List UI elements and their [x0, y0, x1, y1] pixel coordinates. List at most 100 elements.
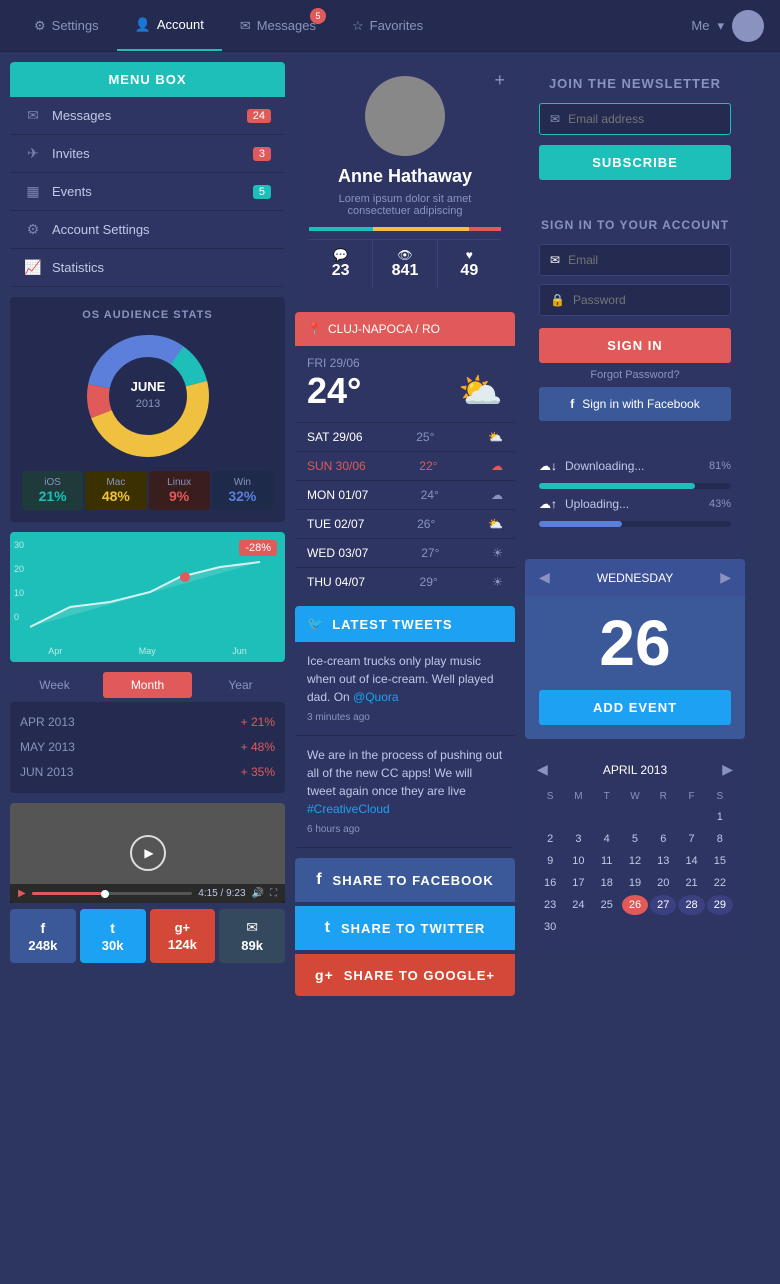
volume-icon[interactable]: 🔊 — [252, 888, 264, 899]
signin-button[interactable]: SIGN IN — [539, 328, 731, 363]
signin-password-field[interactable]: 🔒 — [539, 284, 731, 316]
newsletter-email-field[interactable]: ✉ — [539, 103, 731, 135]
share-twitter-button[interactable]: t SHARE TO TWITTER — [295, 906, 515, 950]
menu-item-statistics[interactable]: 📈 Statistics — [10, 249, 285, 287]
share-tw-icon: t — [325, 919, 331, 937]
video-progress-bar[interactable] — [32, 892, 193, 895]
cal-day-27[interactable]: 27 — [650, 895, 676, 915]
signin-email-field[interactable]: ✉ — [539, 244, 731, 276]
tweet-1-link[interactable]: @Quora — [353, 690, 399, 704]
nav-favorites[interactable]: ☆ Favorites — [334, 0, 441, 51]
tab-week[interactable]: Week — [10, 672, 99, 698]
mini-cal-next[interactable]: ▶ — [722, 761, 733, 778]
fb-count: 248k — [28, 938, 57, 953]
cal-day-24[interactable]: 24 — [565, 895, 591, 915]
cal-day-26-today[interactable]: 26 — [622, 895, 648, 915]
menu-item-account-settings[interactable]: ⚙ Account Settings — [10, 211, 285, 249]
facebook-signin-button[interactable]: f Sign in with Facebook — [539, 387, 731, 421]
os-mac: Mac 48% — [85, 471, 146, 510]
cal-day-29[interactable]: 29 — [707, 895, 733, 915]
add-profile-icon[interactable]: + — [494, 70, 505, 91]
mail-share-count[interactable]: ✉ 89k — [219, 909, 285, 963]
newsletter-email-input[interactable] — [568, 112, 723, 126]
tab-month[interactable]: Month — [103, 672, 192, 698]
fb-signin-label: Sign in with Facebook — [582, 397, 699, 411]
cal-day-7[interactable]: 7 — [678, 829, 704, 849]
play-button[interactable]: ▶ — [130, 835, 166, 871]
uploading-fill — [539, 521, 622, 527]
share-fb-label: SHARE TO FACEBOOK — [333, 873, 494, 888]
donut-chart: JUNE 2013 — [22, 331, 273, 461]
events-icon: ▦ — [24, 183, 42, 200]
signin-email-input[interactable] — [568, 253, 723, 267]
cal-day-name: WEDNESDAY — [597, 571, 673, 585]
subscribe-button[interactable]: SUBSCRIBE — [539, 145, 731, 180]
nav-messages[interactable]: ✉ Messages 5 — [222, 0, 334, 51]
fullscreen-icon[interactable]: ⛶ — [270, 888, 277, 899]
add-event-button[interactable]: ADD EVENT — [539, 690, 731, 725]
user-menu[interactable]: Me ▾ — [691, 10, 764, 42]
cal-next-button[interactable]: ▶ — [720, 569, 731, 586]
stat-row-may: MAY 2013 + 48% — [20, 735, 275, 760]
menu-item-messages[interactable]: ✉ Messages 24 — [10, 97, 285, 135]
signin-password-input[interactable] — [573, 293, 728, 307]
menu-item-invites[interactable]: ✈ Invites 3 — [10, 135, 285, 173]
cal-day-20[interactable]: 20 — [650, 873, 676, 893]
cal-day-1[interactable]: 1 — [707, 807, 733, 827]
tab-year[interactable]: Year — [196, 672, 285, 698]
may-label: MAY 2013 — [20, 740, 75, 754]
forgot-password-link[interactable]: Forgot Password? — [539, 363, 731, 387]
cal-day-22[interactable]: 22 — [707, 873, 733, 893]
cal-day-21[interactable]: 21 — [678, 873, 704, 893]
cal-day-15[interactable]: 15 — [707, 851, 733, 871]
share-googleplus-button[interactable]: g+ SHARE TO GOOGLE+ — [295, 954, 515, 996]
facebook-share-count[interactable]: f 248k — [10, 909, 76, 963]
profile-bio: Lorem ipsum dolor sit amet consectetuer … — [309, 193, 501, 217]
signin-email-icon: ✉ — [550, 253, 560, 267]
cal-day-8[interactable]: 8 — [707, 829, 733, 849]
cal-day-14[interactable]: 14 — [678, 851, 704, 871]
tweet-2-link[interactable]: #CreativeCloud — [307, 802, 390, 816]
cal-day-13[interactable]: 13 — [650, 851, 676, 871]
cal-day-30[interactable]: 30 — [537, 917, 563, 937]
cal-day-2[interactable]: 2 — [537, 829, 563, 849]
cal-day-10[interactable]: 10 — [565, 851, 591, 871]
apr-val: + 21% — [241, 715, 275, 729]
cal-day-5[interactable]: 5 — [622, 829, 648, 849]
settings-icon: ⚙ — [34, 18, 46, 34]
cal-day-9[interactable]: 9 — [537, 851, 563, 871]
profile-avatar — [365, 76, 445, 156]
cal-day-11[interactable]: 11 — [594, 851, 620, 871]
cal-day-12[interactable]: 12 — [622, 851, 648, 871]
googleplus-share-count[interactable]: g+ 124k — [150, 909, 216, 963]
video-controls: ▶ 4:15 / 9:23 🔊 ⛶ — [10, 884, 285, 903]
play-control-icon[interactable]: ▶ — [18, 888, 26, 899]
cal-day-3[interactable]: 3 — [565, 829, 591, 849]
mini-cal-prev[interactable]: ◀ — [537, 761, 548, 778]
nav-settings[interactable]: ⚙ Settings — [16, 0, 117, 51]
stat-red — [469, 227, 501, 231]
cal-day-4[interactable]: 4 — [594, 829, 620, 849]
weather-main: FRI 29/06 24° ⛅ — [295, 346, 515, 423]
cal-day-19[interactable]: 19 — [622, 873, 648, 893]
cal-day-23[interactable]: 23 — [537, 895, 563, 915]
signin-panel: SIGN IN TO YOUR ACCOUNT ✉ 🔒 SIGN IN Forg… — [525, 204, 745, 435]
cal-day-25[interactable]: 25 — [594, 895, 620, 915]
nav-account[interactable]: 👤 Account — [117, 0, 222, 51]
menu-item-events[interactable]: ▦ Events 5 — [10, 173, 285, 211]
share-facebook-button[interactable]: f SHARE TO FACEBOOK — [295, 858, 515, 902]
cal-day-17[interactable]: 17 — [565, 873, 591, 893]
twitter-share-count[interactable]: t 30k — [80, 909, 146, 963]
cal-day-28[interactable]: 28 — [678, 895, 704, 915]
play-icon: ▶ — [144, 846, 153, 860]
cal-day-6[interactable]: 6 — [650, 829, 676, 849]
cal-day-18[interactable]: 18 — [594, 873, 620, 893]
menu-box: MENU BOX ✉ Messages 24 ✈ Invites 3 ▦ Eve… — [10, 62, 285, 287]
nav-bar: ⚙ Settings 👤 Account ✉ Messages 5 ☆ Favo… — [0, 0, 780, 52]
weather-tue: TUE 02/07 26° ⛅ — [295, 510, 515, 539]
newsletter-title: JOIN THE NEWSLETTER — [539, 76, 731, 91]
cal-day-16[interactable]: 16 — [537, 873, 563, 893]
comments-count: 23 — [313, 262, 368, 280]
cal-prev-button[interactable]: ◀ — [539, 569, 550, 586]
stat-row-apr: APR 2013 + 21% — [20, 710, 275, 735]
